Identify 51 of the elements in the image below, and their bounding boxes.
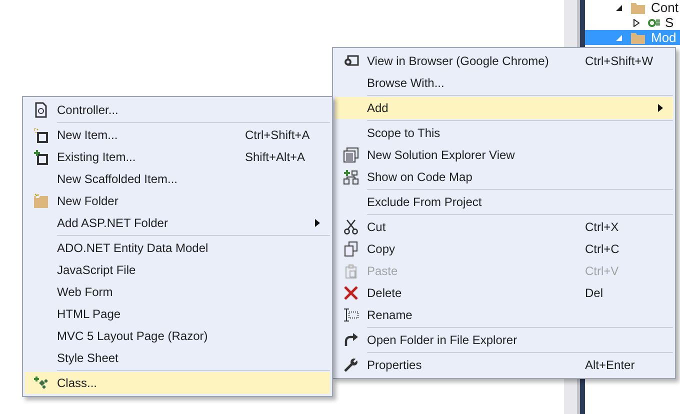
submenu-arrow-icon bbox=[658, 104, 663, 112]
menu-item[interactable]: Open Folder in File Explorer bbox=[335, 329, 673, 351]
wrench-icon bbox=[343, 357, 359, 373]
menu-item[interactable]: New Folder bbox=[25, 190, 330, 212]
collapsed-arrow-icon bbox=[633, 18, 641, 26]
menu-item[interactable]: ADO.NET Entity Data Model bbox=[25, 237, 330, 259]
menu-item[interactable]: Properties Alt+Enter bbox=[335, 354, 673, 376]
menu-item[interactable]: New Item... Ctrl+Shift+A bbox=[25, 124, 330, 146]
copy-icon bbox=[343, 241, 359, 257]
menu-item[interactable]: HTML Page bbox=[25, 303, 330, 325]
menu-item[interactable]: View in Browser (Google Chrome) Ctrl+Shift+W bbox=[335, 50, 673, 72]
menu-item[interactable]: Add ASP.NET Folder bbox=[25, 212, 330, 234]
tree-item[interactable]: S bbox=[585, 15, 680, 30]
folder-icon bbox=[630, 0, 646, 14]
clipboard-icon bbox=[343, 263, 359, 279]
folder-icon bbox=[630, 30, 646, 44]
menu-item[interactable]: Cut Ctrl+X bbox=[335, 216, 673, 238]
menu-item[interactable]: New Solution Explorer View bbox=[335, 144, 673, 166]
menu-item[interactable]: New Scaffolded Item... bbox=[25, 168, 330, 190]
menu-item[interactable]: MVC 5 Layout Page (Razor) bbox=[25, 325, 330, 347]
menu-item[interactable]: Copy Ctrl+C bbox=[335, 238, 673, 260]
menu-item[interactable]: Show on Code Map bbox=[335, 166, 673, 188]
folder-icon bbox=[33, 193, 49, 209]
menu-item[interactable]: Browse With... bbox=[335, 72, 673, 94]
tree-item[interactable]: Cont bbox=[585, 0, 680, 15]
menu-item[interactable]: Class... bbox=[25, 372, 330, 394]
document-icon bbox=[33, 102, 49, 118]
add-item-icon bbox=[33, 149, 49, 165]
diagram-icon bbox=[343, 169, 359, 185]
submenu-arrow-icon bbox=[315, 219, 320, 227]
window-list-icon bbox=[343, 147, 359, 163]
class-icon bbox=[33, 375, 49, 391]
menu-item[interactable]: Exclude From Project bbox=[335, 191, 673, 213]
rename-icon bbox=[343, 307, 359, 323]
menu-item[interactable]: Web Form bbox=[25, 281, 330, 303]
menu-item[interactable]: Scope to This bbox=[335, 122, 673, 144]
new-item-icon bbox=[33, 127, 49, 143]
menu-item[interactable]: JavaScript File bbox=[25, 259, 330, 281]
expanded-arrow-icon bbox=[615, 34, 623, 42]
menu-item[interactable]: Style Sheet bbox=[25, 347, 330, 369]
browser-window-icon bbox=[343, 53, 359, 69]
menu-item[interactable]: Controller... bbox=[25, 99, 330, 121]
delete-icon bbox=[343, 285, 359, 301]
csharp-file-icon bbox=[648, 18, 660, 28]
menu-item[interactable]: Existing Item... Shift+Alt+A bbox=[25, 146, 330, 168]
menu-item[interactable]: Rename bbox=[335, 304, 673, 326]
cut-icon bbox=[343, 219, 359, 235]
menu-item[interactable]: Add bbox=[335, 97, 673, 119]
curved-arrow-icon bbox=[343, 332, 359, 348]
expanded-arrow-icon bbox=[615, 4, 623, 12]
menu-item[interactable]: Delete Del bbox=[335, 282, 673, 304]
